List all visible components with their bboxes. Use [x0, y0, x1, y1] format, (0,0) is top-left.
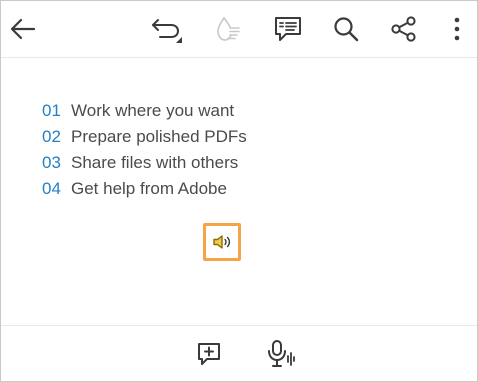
toc-item-label: Prepare polished PDFs — [71, 127, 247, 146]
back-button[interactable] — [3, 9, 43, 49]
toc-item-number: 02 — [42, 127, 61, 146]
toc-item-label: Work where you want — [71, 101, 235, 120]
app-frame: 01 Work where you want 02 Prepare polished… — [0, 0, 478, 382]
back-arrow-icon — [10, 18, 36, 40]
speaker-icon — [213, 235, 231, 249]
toc-item[interactable]: 01 Work where you want — [42, 98, 247, 124]
voice-input-button[interactable] — [264, 336, 300, 372]
toc-item-label: Get help from Adobe — [71, 179, 227, 198]
table-of-contents: 01 Work where you want 02 Prepare polished… — [42, 98, 247, 202]
add-comment-icon — [198, 343, 220, 365]
more-options-button[interactable] — [442, 9, 472, 49]
toc-item-number: 03 — [42, 153, 61, 172]
document-content: 01 Work where you want 02 Prepare polished… — [1, 58, 477, 324]
search-icon — [334, 17, 359, 42]
toc-item[interactable]: 02 Prepare polished PDFs — [42, 124, 247, 150]
comments-icon — [275, 17, 301, 41]
read-aloud-button[interactable] — [203, 223, 241, 261]
bottom-toolbar — [1, 325, 477, 382]
comments-button[interactable] — [268, 9, 308, 49]
add-comment-button[interactable] — [191, 336, 227, 372]
voice-input-icon — [268, 340, 295, 367]
toc-item[interactable]: 03 Share files with others — [42, 150, 247, 176]
toc-item-label: Share files with others — [71, 153, 239, 172]
share-icon — [391, 16, 416, 42]
liquid-mode-button[interactable] — [208, 9, 248, 49]
more-vertical-icon — [454, 17, 460, 41]
top-toolbar — [1, 1, 477, 58]
toc-item-number: 04 — [42, 179, 61, 198]
undo-icon — [152, 19, 182, 43]
toc-item[interactable]: 04 Get help from Adobe — [42, 176, 247, 202]
liquid-mode-icon — [217, 17, 240, 41]
undo-button[interactable] — [147, 9, 187, 49]
toc-item-number: 01 — [42, 101, 61, 120]
share-button[interactable] — [384, 9, 424, 49]
search-button[interactable] — [326, 9, 366, 49]
